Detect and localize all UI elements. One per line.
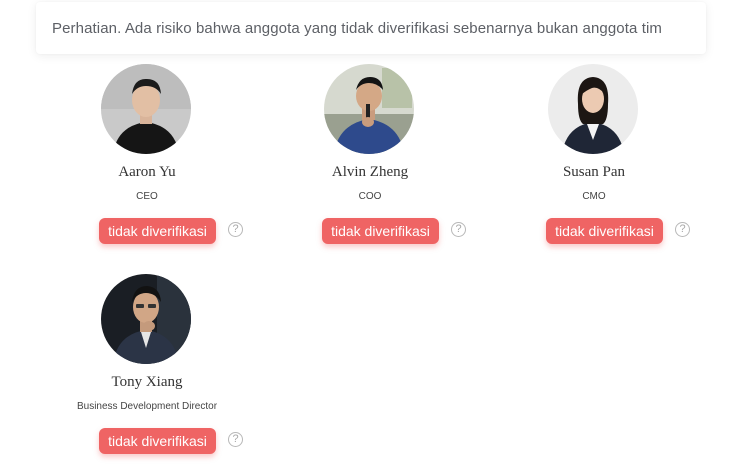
avatar — [548, 64, 638, 154]
member-role: CEO — [136, 191, 158, 202]
member-name: Tony Xiang — [111, 374, 183, 390]
team-member-card: Aaron Yu CEO tidak diverifikasi ? — [47, 64, 247, 264]
help-icon[interactable]: ? — [675, 222, 690, 237]
member-name: Aaron Yu — [118, 164, 176, 180]
team-member-card: Susan Pan CMO tidak diverifikasi ? — [494, 64, 694, 264]
team-member-card: Tony Xiang Business Development Director… — [47, 274, 247, 474]
help-icon[interactable]: ? — [228, 222, 243, 237]
avatar — [101, 64, 191, 154]
verification-warning-notice: Perhatian. Ada risiko bahwa anggota yang… — [36, 2, 706, 54]
member-name: Susan Pan — [562, 164, 626, 180]
member-name: Alvin Zheng — [331, 164, 409, 180]
member-role: Business Development Director — [76, 401, 218, 412]
unverified-badge[interactable]: tidak diverifikasi — [99, 428, 216, 454]
unverified-badge[interactable]: tidak diverifikasi — [99, 218, 216, 244]
team-member-card: Alvin Zheng COO tidak diverifikasi ? — [270, 64, 470, 264]
help-icon[interactable]: ? — [228, 432, 243, 447]
unverified-badge[interactable]: tidak diverifikasi — [322, 218, 439, 244]
notice-text: Perhatian. Ada risiko bahwa anggota yang… — [52, 19, 663, 37]
member-role: COO — [358, 191, 382, 202]
help-icon[interactable]: ? — [451, 222, 466, 237]
avatar — [101, 274, 191, 364]
avatar — [324, 64, 414, 154]
unverified-badge[interactable]: tidak diverifikasi — [546, 218, 663, 244]
member-role: CMO — [582, 191, 606, 202]
